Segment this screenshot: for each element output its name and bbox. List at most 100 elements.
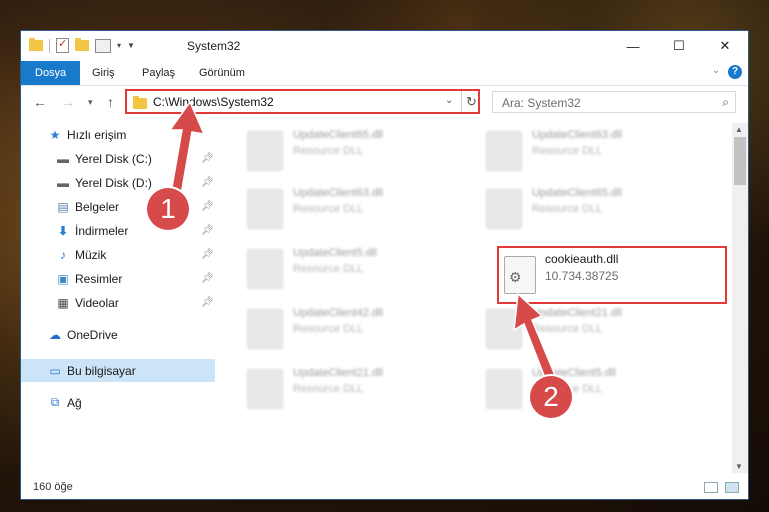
sidebar-item-onedrive[interactable]: ☁ OneDrive bbox=[21, 323, 215, 346]
quick-access-toolbar: ▾ ▼ bbox=[29, 37, 135, 53]
sidebar-item-pictures[interactable]: ▣ Resimler 📌︎ bbox=[21, 267, 215, 290]
network-icon: ⧉ bbox=[50, 395, 60, 409]
dll-file-icon bbox=[247, 309, 283, 349]
help-icon[interactable]: ? bbox=[728, 65, 742, 79]
computer-icon: ▭ bbox=[49, 363, 61, 378]
tab-view[interactable]: Görünüm bbox=[199, 61, 245, 85]
sidebar-item-music[interactable]: ♪ Müzik 📌︎ bbox=[21, 243, 215, 266]
recent-locations-icon[interactable]: ▾ bbox=[88, 97, 93, 108]
toolbar-divider bbox=[49, 38, 50, 53]
dll-file-icon bbox=[486, 189, 522, 229]
file-item[interactable]: UpdateClient42.dll Resource DLL bbox=[241, 301, 471, 353]
folder-icon bbox=[29, 38, 43, 51]
sidebar-item-videos[interactable]: ▦ Videolar 📌︎ bbox=[21, 291, 215, 314]
file-name: UpdateClient42.dll bbox=[293, 307, 383, 319]
onedrive-icon: ☁ bbox=[49, 327, 61, 342]
vertical-scrollbar[interactable]: ▲ ▼ bbox=[732, 123, 748, 473]
back-arrow-icon[interactable]: ← bbox=[33, 94, 47, 110]
expand-ribbon-icon[interactable]: ⌄ bbox=[712, 65, 720, 76]
sidebar-item-label: Resimler bbox=[75, 271, 123, 286]
search-icon[interactable]: ⌕ bbox=[722, 95, 729, 110]
ribbon-tabs: Dosya Giriş Paylaş Görünüm ⌄ ? bbox=[21, 61, 748, 86]
star-icon: ★ bbox=[49, 127, 61, 142]
gear-icon: ⚙ bbox=[509, 269, 522, 285]
new-folder-icon[interactable] bbox=[75, 38, 89, 51]
file-type: Resource DLL bbox=[532, 145, 603, 157]
dll-file-icon bbox=[247, 131, 283, 171]
file-version: 10.734.38725 bbox=[545, 269, 619, 283]
search-input[interactable]: Ara: System32 ⌕ bbox=[492, 91, 736, 113]
documents-icon: ▤ bbox=[57, 199, 69, 214]
sidebar-item-downloads[interactable]: ⬇ İndirmeler 📌︎ bbox=[21, 219, 215, 242]
tab-file[interactable]: Dosya bbox=[21, 61, 81, 85]
file-name: UpdateClient21.dll bbox=[293, 367, 383, 379]
file-type: Resource DLL bbox=[293, 203, 364, 215]
customize-view-icon[interactable] bbox=[95, 38, 111, 53]
sidebar-item-label: Ağ bbox=[67, 395, 82, 410]
dll-file-icon: ⚙ bbox=[504, 256, 536, 294]
close-button[interactable]: ✕ bbox=[702, 31, 748, 61]
forward-arrow-icon[interactable]: → bbox=[61, 94, 75, 110]
sidebar-item-label: Belgeler bbox=[75, 199, 120, 214]
drive-icon: ▬ bbox=[57, 175, 69, 190]
file-type: Resource DLL bbox=[293, 263, 364, 275]
file-item[interactable]: UpdateClient65.dll Resource DLL bbox=[480, 181, 710, 233]
maximize-button[interactable]: ☐ bbox=[656, 31, 702, 61]
address-dropdown-icon[interactable]: ⌄ bbox=[445, 95, 453, 106]
drive-icon: ▬ bbox=[57, 151, 69, 166]
sidebar-item-label: Bu bilgisayar bbox=[67, 363, 136, 378]
pin-icon[interactable]: 📌︎ bbox=[201, 297, 214, 308]
item-count: 160 öğe bbox=[33, 481, 73, 493]
properties-check-icon[interactable] bbox=[56, 37, 69, 53]
minimize-button[interactable]: — bbox=[610, 31, 656, 61]
file-name: UpdateClient5.dll bbox=[293, 247, 377, 259]
search-placeholder: Ara: System32 bbox=[502, 96, 581, 110]
file-list: UpdateClient65.dll Resource DLL UpdateCl… bbox=[235, 123, 735, 473]
file-item[interactable]: UpdateClient65.dll Resource DLL bbox=[241, 123, 471, 175]
scroll-up-icon[interactable]: ▲ bbox=[735, 125, 743, 134]
music-icon: ♪ bbox=[60, 247, 66, 262]
large-icons-view-icon[interactable] bbox=[725, 482, 739, 493]
annotation-badge-1: 1 bbox=[147, 188, 189, 230]
scrollbar-thumb[interactable] bbox=[734, 137, 746, 185]
sidebar-item-label: Müzik bbox=[75, 247, 107, 262]
sidebar-item-label: OneDrive bbox=[67, 327, 118, 342]
pin-icon[interactable]: 📌︎ bbox=[201, 225, 214, 236]
sidebar-item-label: Hızlı erişim bbox=[67, 127, 127, 142]
details-view-icon[interactable] bbox=[704, 482, 718, 493]
chevron-down-icon[interactable]: ▾ bbox=[117, 41, 121, 50]
dll-file-icon bbox=[247, 189, 283, 229]
file-name: UpdateClient65.dll bbox=[293, 129, 383, 141]
explorer-window: ▾ ▼ System32 — ☐ ✕ Dosya Giriş Paylaş Gö… bbox=[21, 31, 748, 499]
qat-dropdown-icon[interactable]: ▼ bbox=[127, 41, 135, 50]
sidebar-item-network[interactable]: ⧉ Ağ bbox=[21, 391, 215, 414]
file-item[interactable]: UpdateClient63.dll Resource DLL bbox=[480, 123, 710, 175]
file-item[interactable]: UpdateClient63.dll Resource DLL bbox=[241, 181, 471, 233]
file-name: UpdateClient63.dll bbox=[532, 129, 622, 141]
sidebar-item-this-pc[interactable]: ▭ Bu bilgisayar bbox=[21, 359, 215, 382]
file-name: UpdateClient65.dll bbox=[532, 187, 622, 199]
sidebar-item-label: İndirmeler bbox=[75, 223, 129, 238]
download-icon: ⬇ bbox=[57, 223, 69, 238]
annotation-badge-2: 2 bbox=[530, 376, 572, 418]
file-name: cookieauth.dll bbox=[545, 252, 619, 266]
file-item[interactable]: UpdateClient5.dll Resource DLL bbox=[241, 241, 471, 293]
up-arrow-icon[interactable]: ↑ bbox=[107, 94, 114, 110]
pin-icon[interactable]: 📌︎ bbox=[201, 273, 214, 284]
pictures-icon: ▣ bbox=[57, 271, 69, 286]
sidebar-item-label: Videolar bbox=[75, 295, 119, 310]
tab-share[interactable]: Paylaş bbox=[142, 61, 175, 85]
scroll-down-icon[interactable]: ▼ bbox=[735, 462, 743, 471]
file-type: Resource DLL bbox=[293, 383, 364, 395]
navigation-bar: ← → ▾ ↑ C:\Windows\System32 ⌄ ↻ Ara: Sys… bbox=[21, 86, 748, 118]
file-item[interactable]: UpdateClient21.dll Resource DLL bbox=[241, 361, 471, 413]
dll-file-icon bbox=[486, 131, 522, 171]
tab-home[interactable]: Giriş bbox=[92, 61, 115, 85]
file-type: Resource DLL bbox=[293, 323, 364, 335]
window-title: System32 bbox=[187, 39, 241, 53]
dll-file-icon bbox=[247, 369, 283, 409]
file-name: UpdateClient63.dll bbox=[293, 187, 383, 199]
pin-icon[interactable]: 📌︎ bbox=[201, 249, 214, 260]
window-controls: — ☐ ✕ bbox=[610, 31, 748, 61]
refresh-icon[interactable]: ↻ bbox=[461, 91, 481, 112]
